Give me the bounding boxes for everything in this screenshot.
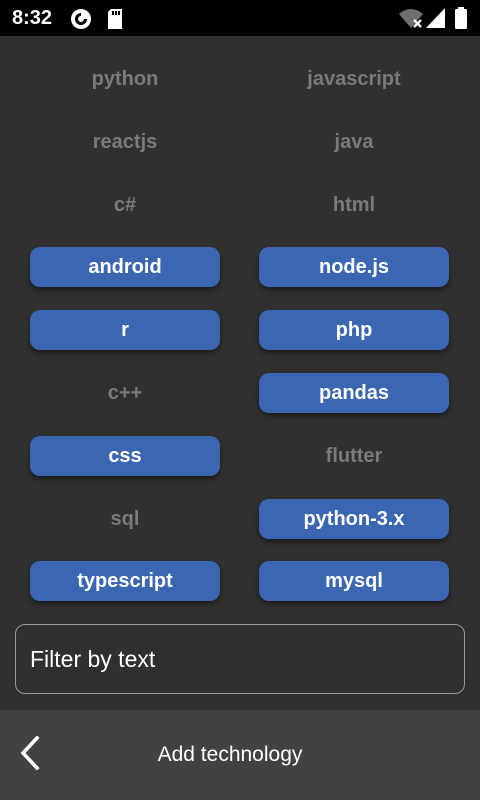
tech-chip[interactable]: php	[259, 310, 449, 350]
tech-chip[interactable]: javascript	[259, 59, 449, 99]
filter-input[interactable]	[30, 641, 450, 677]
tech-chip[interactable]: html	[259, 185, 449, 225]
battery-icon	[454, 7, 468, 34]
tech-chip[interactable]: reactjs	[30, 122, 220, 162]
tech-chip[interactable]: c++	[30, 373, 220, 413]
pocket-casts-icon	[70, 8, 92, 35]
filter-field[interactable]	[15, 624, 465, 694]
status-bar: 8:32	[0, 0, 480, 36]
tech-chip[interactable]: sql	[30, 499, 220, 539]
wifi-off-icon	[398, 7, 424, 34]
bottom-bar: Add technology	[0, 710, 480, 800]
sd-card-icon	[106, 8, 124, 35]
status-time: 8:32	[12, 7, 53, 29]
page-title: Add technology	[157, 743, 303, 766]
tech-chip[interactable]: pandas	[259, 373, 449, 413]
tech-chip[interactable]: python-3.x	[259, 499, 449, 539]
tech-chip[interactable]: android	[30, 247, 220, 287]
tech-chip[interactable]: java	[259, 122, 449, 162]
tech-chip[interactable]: c#	[30, 185, 220, 225]
technology-grid: python javascript reactjs java c# html a…	[0, 36, 480, 710]
tech-chip[interactable]: node.js	[259, 247, 449, 287]
signal-icon	[425, 7, 447, 34]
tech-chip[interactable]: flutter	[259, 436, 449, 476]
tech-chip[interactable]: python	[30, 59, 220, 99]
tech-chip[interactable]: typescript	[30, 561, 220, 601]
tech-chip[interactable]: r	[30, 310, 220, 350]
tech-chip[interactable]: mysql	[259, 561, 449, 601]
tech-chip[interactable]: css	[30, 436, 220, 476]
